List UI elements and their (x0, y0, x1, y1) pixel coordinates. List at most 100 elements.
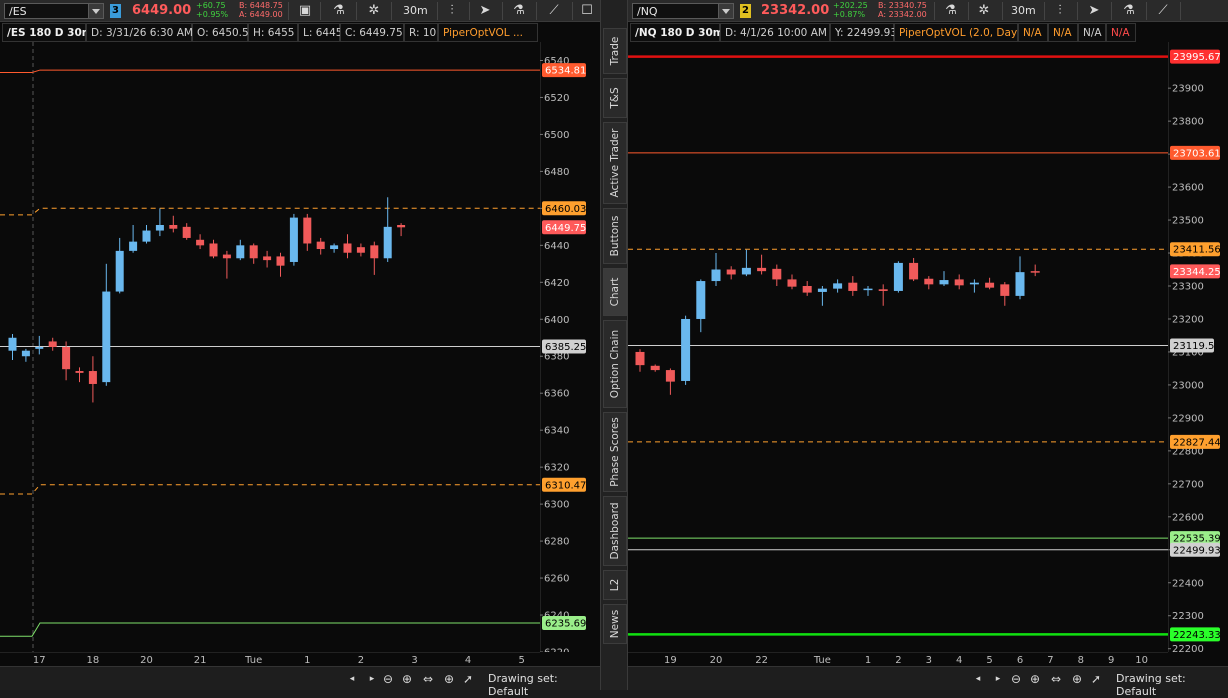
maximize-icon[interactable]: ☐ (578, 2, 596, 20)
zoom-in-icon[interactable]: ⊕ (1027, 671, 1043, 687)
y-tick-label: 23500 (1172, 216, 1204, 227)
candle-body (969, 282, 979, 285)
chart-settings-icon[interactable]: ▣ (296, 2, 314, 20)
chart-title: /ES 180 D 30m (2, 23, 93, 42)
symbol-dropdown-icon[interactable] (718, 3, 734, 19)
nq-chart-panel: /NQ 2 23342.00 +202.25 +0.87% B: 23340.7… (628, 0, 1228, 698)
drawing-tools-icon[interactable]: ⟋ (545, 2, 563, 20)
timeframe-selector[interactable]: 30m (1011, 4, 1036, 17)
zoom-out-icon[interactable]: ⊖ (1008, 671, 1024, 687)
chart-style-icon[interactable]: ⫶ (443, 2, 461, 20)
candle-body (115, 250, 124, 292)
gear-icon[interactable]: ✲ (365, 2, 383, 20)
x-tick-label: 20 (710, 655, 723, 666)
candle-body (303, 217, 312, 244)
candle-body (397, 225, 406, 228)
cursor-y-value: Y: 22499.93 (830, 23, 897, 42)
x-tick-label: 20 (140, 655, 153, 666)
study-value-2: N/A (1048, 23, 1078, 42)
es-chart-panel: /ES 3 6449.00 +60.75 +0.95% B: 6448.75 A… (0, 0, 600, 698)
side-tab-l2[interactable]: L2 (603, 570, 627, 600)
side-tab-dashboard[interactable]: Dashboard (603, 496, 627, 566)
divider (437, 2, 438, 20)
es-price-plot[interactable] (0, 42, 540, 652)
y-tick-label: 6480 (544, 167, 569, 178)
zoom-in-icon[interactable]: ⊕ (399, 671, 415, 687)
nq-price-plot[interactable] (628, 42, 1168, 652)
chart-title: /NQ 180 D 30m (630, 23, 724, 42)
side-tab-label: Active Trader (609, 128, 621, 198)
flask-icon[interactable]: ⚗ (510, 2, 528, 20)
side-tab-t-s[interactable]: T&S (603, 78, 627, 118)
side-tab-buttons[interactable]: Buttons (603, 208, 627, 264)
divider (320, 2, 321, 20)
side-tab-label: Chart (609, 277, 621, 307)
side-tab-active-trader[interactable]: Active Trader (603, 122, 627, 204)
y-tick-label: 22700 (1172, 479, 1204, 490)
drawing-tools-icon[interactable]: ⟋ (1154, 2, 1172, 20)
y-tick-label: 6360 (544, 389, 569, 400)
es-price-axis[interactable]: 6540652065006480646064406420640063806360… (540, 42, 600, 652)
flask-icon[interactable]: ⚗ (1120, 2, 1138, 20)
studies-flask-icon[interactable]: ⚗ (942, 2, 960, 20)
level-line (0, 484, 540, 495)
fit-width-icon[interactable]: ⇔ (420, 671, 436, 687)
side-tab-chart[interactable]: Chart (603, 268, 627, 316)
side-tab-label: Option Chain (609, 329, 621, 399)
bid-ask: B: 23340.75 A: 23342.00 (878, 1, 927, 19)
symbol-dropdown-icon[interactable] (88, 3, 104, 19)
link-group-badge[interactable]: 2 (740, 4, 751, 18)
cursor-icon[interactable]: ➤ (1085, 2, 1103, 20)
candle-body (863, 288, 873, 291)
crosshair-icon[interactable]: ⊕ (441, 671, 457, 687)
y-tick-label: 22900 (1172, 413, 1204, 424)
candle-body (370, 245, 379, 259)
studies-flask-icon[interactable]: ⚗ (330, 2, 348, 20)
es-time-axis[interactable]: 17182021Tue12345678910 (0, 652, 540, 666)
pct-change-value: +0.87% (833, 10, 866, 19)
net-change: +202.25 +0.87% (833, 1, 868, 19)
gear-icon[interactable]: ✲ (975, 2, 993, 20)
zoom-out-icon[interactable]: ⊖ (380, 671, 396, 687)
y-tick-label: 23300 (1172, 282, 1204, 293)
scroll-right-icon[interactable]: ▸ (990, 671, 1006, 687)
study-label[interactable]: PiperOptVOL ... (438, 23, 538, 42)
chart-style-icon[interactable]: ⫶ (1051, 2, 1069, 20)
side-tab-news[interactable]: News (603, 604, 627, 644)
timeframe-selector[interactable]: 30m (403, 4, 428, 17)
cursor-icon[interactable]: ➤ (476, 2, 494, 20)
side-tab-option-chain[interactable]: Option Chain (603, 320, 627, 408)
y-tick-label: 6280 (544, 537, 569, 548)
candle-body (802, 286, 812, 293)
ask-value: A: 6449.00 (239, 10, 283, 19)
candle-body (169, 225, 178, 229)
drawing-set-label[interactable]: Drawing set: Default (1116, 672, 1228, 698)
bid-value: B: 23340.75 (878, 1, 927, 10)
candle-body (939, 280, 949, 285)
study-value-4: N/A (1106, 23, 1136, 42)
price-tag-label: 23119.5 (1173, 341, 1214, 352)
study-label[interactable]: PiperOptVOL (2.0, Day) (894, 23, 1021, 42)
scroll-left-icon[interactable]: ◂ (344, 671, 360, 687)
price-tag-label: 23995.67 (1173, 52, 1221, 63)
drawing-set-label[interactable]: Drawing set: Default (488, 672, 600, 698)
nq-price-axis[interactable]: 2390023800237002360023500234002330023200… (1168, 42, 1228, 652)
side-tab-trade[interactable]: Trade (603, 28, 627, 74)
candle-body (316, 241, 325, 250)
scroll-left-icon[interactable]: ◂ (970, 671, 986, 687)
nq-time-axis[interactable]: 19 20 22 Tue 1 2 3 4 5 6 7 8 9 10 (628, 652, 1168, 666)
y-tick-label: 6440 (544, 241, 569, 252)
es-toolbar: /ES 3 6449.00 +60.75 +0.95% B: 6448.75 A… (0, 0, 600, 22)
side-tab-phase-scores[interactable]: Phase Scores (603, 412, 627, 492)
side-tab-label: Dashboard (609, 502, 621, 560)
bid-value: B: 6448.75 (239, 1, 283, 10)
pointer-icon[interactable]: ➚ (1088, 671, 1104, 687)
last-price: 6449.00 (132, 3, 192, 18)
scroll-right-icon[interactable]: ▸ (364, 671, 380, 687)
pointer-icon[interactable]: ➚ (460, 671, 476, 687)
candle-body (343, 243, 352, 253)
fit-width-icon[interactable]: ⇔ (1048, 671, 1064, 687)
link-group-badge[interactable]: 3 (110, 4, 121, 18)
crosshair-icon[interactable]: ⊕ (1069, 671, 1085, 687)
candle-body (665, 370, 675, 382)
